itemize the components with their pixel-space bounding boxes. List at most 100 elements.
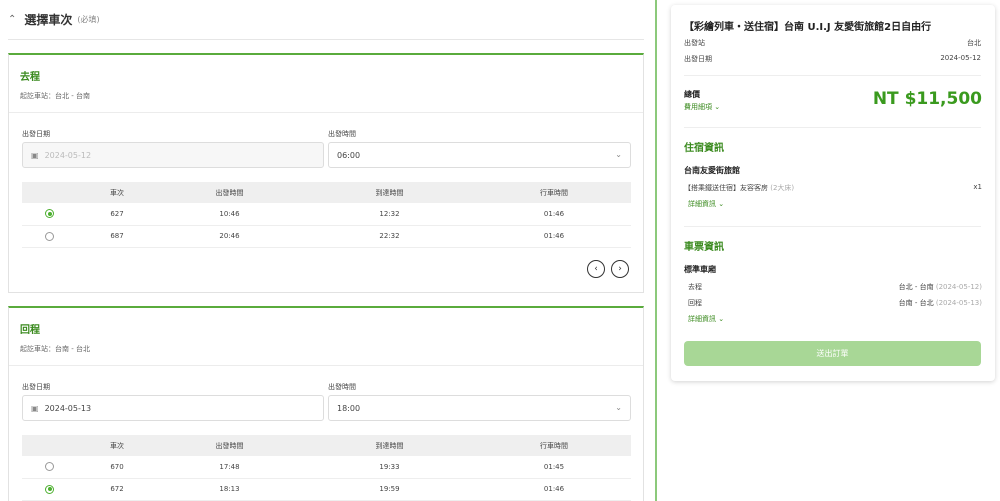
table-row[interactable]: 670 17:48 19:33 01:45 <box>22 456 631 479</box>
header-train: 車次 <box>77 435 157 456</box>
divider <box>684 75 981 76</box>
car-class: 標準車廂 <box>684 265 716 274</box>
date-label: 出發日期 <box>684 55 712 63</box>
train-radio[interactable] <box>45 462 54 472</box>
chevron-down-icon: ⌄ <box>615 403 622 412</box>
train-radio[interactable] <box>45 209 54 219</box>
outbound-time-label: 出發時間 <box>328 130 356 138</box>
outbound-route-text: 台北 - 台南 <box>898 283 934 291</box>
return-date-value: 2024-05-13 <box>44 403 92 413</box>
divider <box>9 365 643 366</box>
lodging-title: 住宿資訊 <box>684 143 724 154</box>
outbound-date-field: ▣ 2024-05-12 <box>22 142 324 168</box>
travel-duration: 01:46 <box>477 203 631 226</box>
return-date-label: 出發日期 <box>22 383 50 391</box>
header-arrive: 到達時間 <box>302 182 477 203</box>
origin-label: 出發站 <box>684 39 705 47</box>
date-value: 2024-05-12 <box>940 54 981 62</box>
total-price: NT $11,500 <box>872 89 982 109</box>
outbound-label: 去程 <box>688 283 702 291</box>
required-hint: (必填) <box>77 14 100 24</box>
depart-time: 10:46 <box>157 203 302 226</box>
arrive-time: 12:32 <box>302 203 477 226</box>
train-number: 672 <box>77 478 157 501</box>
calendar-icon: ▣ <box>31 403 39 413</box>
outbound-date-value: 2024-05-12 <box>44 150 92 160</box>
section-header[interactable]: ⌃ 選擇車次 (必填) <box>8 8 100 30</box>
outbound-route-date: (2024-05-12) <box>935 283 982 291</box>
chevron-up-icon[interactable]: ⌃ <box>8 14 16 25</box>
train-number: 627 <box>77 203 157 226</box>
return-time-select[interactable]: 18:00 ⌄ <box>328 395 631 421</box>
return-time-label: 出發時間 <box>328 383 356 391</box>
room-note: (2大床) <box>770 184 795 192</box>
train-selection-panel: ⌃ 選擇車次 (必填) 去程 起訖車站：台北 - 台南 出發日期 ▣ 2024-… <box>0 0 653 501</box>
package-title: 【彩繪列車・送住宿】台南 U.I.J 友愛街旅館2日自由行 <box>684 22 932 33</box>
table-row[interactable]: 672 18:13 19:59 01:46 <box>22 478 631 501</box>
fee-details-link[interactable]: 費用細項 ⌄ <box>684 102 720 112</box>
divider <box>8 39 644 40</box>
chevron-down-icon: ⌄ <box>714 103 721 111</box>
table-row[interactable]: 687 20:46 22:32 01:46 <box>22 225 631 248</box>
room-text: 【搭乘鐵送住宿】友容客房 <box>684 184 768 192</box>
outbound-time-select[interactable]: 06:00 ⌄ <box>328 142 631 168</box>
return-train-table: 車次 出發時間 到達時間 行車時間 670 17:48 19:33 01:45 … <box>22 435 631 501</box>
vertical-divider <box>655 0 657 501</box>
return-title: 回程 <box>20 325 40 336</box>
outbound-stations: 起訖車站：台北 - 台南 <box>20 92 90 100</box>
return-route: 台南 - 台北 (2024-05-13) <box>899 298 982 308</box>
header-train: 車次 <box>77 182 157 203</box>
header-duration: 行車時間 <box>477 435 631 456</box>
prev-page-button[interactable]: ‹ <box>587 260 605 278</box>
outbound-time-value: 06:00 <box>337 150 361 160</box>
lodging-detail-link[interactable]: 詳細資訊 ⌄ <box>688 199 724 209</box>
total-label: 總價 <box>684 90 700 99</box>
order-summary-card: 【彩繪列車・送住宿】台南 U.I.J 友愛街旅館2日自由行 出發站 台北 出發日… <box>671 5 995 381</box>
return-label: 回程 <box>688 299 702 307</box>
divider <box>684 127 981 128</box>
table-header-row: 車次 出發時間 到達時間 行車時間 <box>22 435 631 456</box>
section-title: 選擇車次 <box>24 12 73 27</box>
depart-time: 18:13 <box>157 478 302 501</box>
return-stations: 起訖車站：台南 - 台北 <box>20 345 90 353</box>
divider <box>9 112 643 113</box>
submit-order-button[interactable]: 送出訂單 <box>684 341 981 366</box>
train-number: 687 <box>77 225 157 248</box>
calendar-icon: ▣ <box>31 150 39 160</box>
depart-time: 20:46 <box>157 225 302 248</box>
header-duration: 行車時間 <box>477 182 631 203</box>
room-info: 【搭乘鐵送住宿】友容客房 (2大床) <box>684 183 794 193</box>
chevron-right-icon: › <box>618 264 622 274</box>
table-row[interactable]: 627 10:46 12:32 01:46 <box>22 203 631 226</box>
chevron-down-icon: ⌄ <box>718 315 725 323</box>
ticket-title: 車票資訊 <box>684 242 724 253</box>
outbound-trip-card: 去程 起訖車站：台北 - 台南 出發日期 ▣ 2024-05-12 出發時間 0… <box>8 53 644 293</box>
travel-duration: 01:46 <box>477 225 631 248</box>
return-trip-card: 回程 起訖車站：台南 - 台北 出發日期 ▣ 2024-05-13 出發時間 1… <box>8 306 644 501</box>
chevron-down-icon: ⌄ <box>718 200 725 208</box>
next-page-button[interactable]: › <box>611 260 629 278</box>
origin-value: 台北 <box>967 39 981 47</box>
arrive-time: 19:33 <box>302 456 477 479</box>
chevron-left-icon: ‹ <box>594 264 598 274</box>
room-qty: x1 <box>973 183 982 191</box>
header-depart: 出發時間 <box>157 182 302 203</box>
train-radio[interactable] <box>45 231 54 241</box>
date-row: 出發日期 2024-05-12 <box>684 54 981 64</box>
chevron-down-icon: ⌄ <box>615 150 622 159</box>
travel-duration: 01:45 <box>477 456 631 479</box>
arrive-time: 19:59 <box>302 478 477 501</box>
arrive-time: 22:32 <box>302 225 477 248</box>
travel-duration: 01:46 <box>477 478 631 501</box>
divider <box>684 226 981 227</box>
outbound-date-label: 出發日期 <box>22 130 50 138</box>
return-route-date: (2024-05-13) <box>935 299 982 307</box>
lodging-detail-text: 詳細資訊 <box>688 200 716 208</box>
ticket-detail-link[interactable]: 詳細資訊 ⌄ <box>688 314 724 324</box>
return-time-value: 18:00 <box>337 403 361 413</box>
table-header-row: 車次 出發時間 到達時間 行車時間 <box>22 182 631 203</box>
header-arrive: 到達時間 <box>302 435 477 456</box>
ticket-detail-text: 詳細資訊 <box>688 315 716 323</box>
return-date-field[interactable]: ▣ 2024-05-13 <box>22 395 324 421</box>
train-radio[interactable] <box>45 484 54 494</box>
